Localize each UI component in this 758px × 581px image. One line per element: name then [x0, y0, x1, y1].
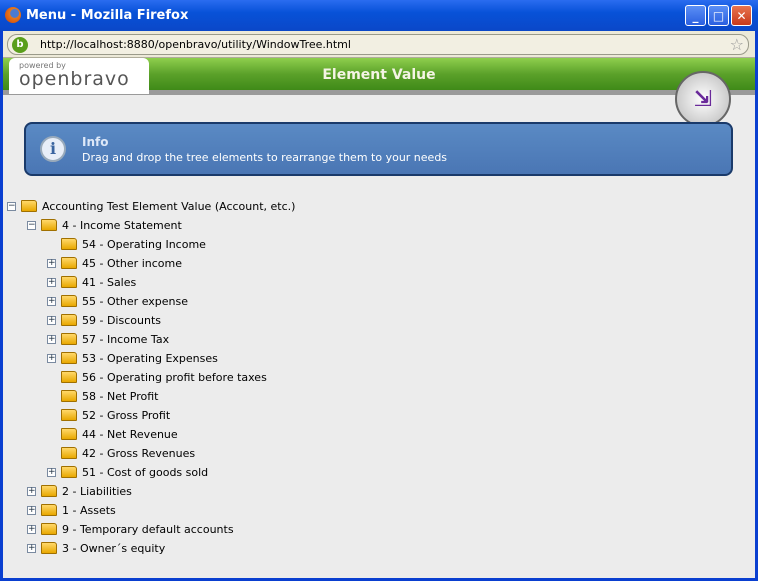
tree-node-label[interactable]: 59 - Discounts	[82, 314, 161, 327]
collapse-toggle-icon[interactable]: −	[27, 221, 36, 230]
expand-toggle-icon[interactable]: +	[27, 506, 36, 515]
tree-node-label[interactable]: 1 - Assets	[62, 504, 116, 517]
folder-icon	[41, 504, 57, 516]
folder-icon	[61, 257, 77, 269]
expand-toggle-icon[interactable]: +	[47, 468, 56, 477]
folder-icon	[41, 219, 57, 231]
folder-icon	[21, 200, 37, 212]
close-button[interactable]: ✕	[731, 5, 752, 26]
folder-icon	[61, 276, 77, 288]
expand-toggle-icon[interactable]: +	[47, 278, 56, 287]
tree-node-label[interactable]: 3 - Owner´s equity	[62, 542, 165, 555]
browser-content: b http://localhost:8880/openbravo/utilit…	[3, 31, 755, 578]
folder-icon	[61, 333, 77, 345]
tree-node-label[interactable]: 53 - Operating Expenses	[82, 352, 218, 365]
url-text: http://localhost:8880/openbravo/utility/…	[40, 38, 351, 51]
tree-node-label[interactable]: 51 - Cost of goods sold	[82, 466, 208, 479]
tree-node-label[interactable]: 56 - Operating profit before taxes	[82, 371, 267, 384]
expand-toggle-icon[interactable]: +	[27, 487, 36, 496]
expand-toggle-icon[interactable]: +	[27, 544, 36, 553]
tree-node-label[interactable]: 41 - Sales	[82, 276, 136, 289]
tree-node-label[interactable]: 58 - Net Profit	[82, 390, 158, 403]
bookmark-star-icon[interactable]: ☆	[730, 35, 744, 54]
folder-icon	[61, 238, 77, 250]
tree-node-label[interactable]: 57 - Income Tax	[82, 333, 169, 346]
tree-sort-icon[interactable]: ⇲	[675, 71, 731, 127]
address-bar: b http://localhost:8880/openbravo/utilit…	[3, 31, 755, 58]
folder-icon	[61, 314, 77, 326]
folder-icon	[61, 409, 77, 421]
url-input[interactable]: b http://localhost:8880/openbravo/utilit…	[7, 34, 749, 55]
folder-icon	[61, 295, 77, 307]
expand-toggle-icon[interactable]: +	[27, 525, 36, 534]
folder-icon	[41, 485, 57, 497]
tree-node-label[interactable]: 45 - Other income	[82, 257, 182, 270]
tree-node-label[interactable]: 55 - Other expense	[82, 295, 188, 308]
folder-icon	[61, 428, 77, 440]
expand-toggle-icon[interactable]: +	[47, 316, 56, 325]
folder-icon	[61, 466, 77, 478]
folder-icon	[61, 352, 77, 364]
expand-toggle-icon[interactable]: +	[47, 259, 56, 268]
info-box: i Info Drag and drop the tree elements t…	[24, 122, 733, 176]
info-title: Info	[82, 135, 109, 149]
minimize-button[interactable]: _	[685, 5, 706, 26]
folder-icon	[41, 542, 57, 554]
info-text: Drag and drop the tree elements to rearr…	[82, 151, 448, 164]
tree-node-label[interactable]: 9 - Temporary default accounts	[62, 523, 234, 536]
title-bar: Menu - Mozilla Firefox _ □ ✕	[0, 0, 758, 31]
folder-icon	[61, 390, 77, 402]
tree-node-label[interactable]: 42 - Gross Revenues	[82, 447, 195, 460]
expand-toggle-icon[interactable]: +	[47, 354, 56, 363]
collapse-toggle-icon[interactable]: −	[7, 202, 16, 211]
maximize-button[interactable]: □	[708, 5, 729, 26]
site-icon: b	[12, 37, 28, 53]
tree-node-label[interactable]: 2 - Liabilities	[62, 485, 132, 498]
tree-node-label[interactable]: 44 - Net Revenue	[82, 428, 178, 441]
tree-node-label[interactable]: 52 - Gross Profit	[82, 409, 170, 422]
info-icon: i	[40, 136, 66, 162]
page-title: Element Value	[322, 67, 436, 83]
firefox-icon	[5, 7, 21, 23]
folder-icon	[41, 523, 57, 535]
expand-toggle-icon[interactable]: +	[47, 297, 56, 306]
app-header: powered by openbravo Element Value	[3, 58, 755, 95]
window-title: Menu - Mozilla Firefox	[26, 8, 189, 23]
tree-node-label[interactable]: Accounting Test Element Value (Account, …	[42, 200, 295, 213]
tree-node-label[interactable]: 4 - Income Statement	[62, 219, 182, 232]
tree-node-label[interactable]: 54 - Operating Income	[82, 238, 206, 251]
folder-icon	[61, 447, 77, 459]
expand-toggle-icon[interactable]: +	[47, 335, 56, 344]
folder-icon	[61, 371, 77, 383]
